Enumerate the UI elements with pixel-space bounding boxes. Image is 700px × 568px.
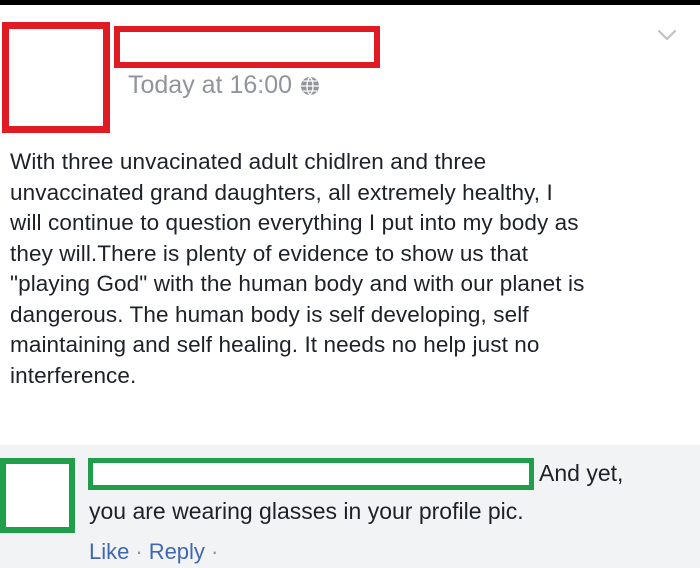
chevron-down-icon[interactable] (656, 27, 678, 43)
comment-text-start: And yet, (539, 460, 624, 486)
comment: And yet, you are wearing glasses in your… (0, 445, 700, 568)
post-body: With three unvacinated adult chidlren an… (10, 147, 690, 391)
post-line: dangerous. The human body is self develo… (10, 301, 529, 327)
redacted-author-name (114, 26, 380, 68)
post-line: maintaining and self healing. It needs n… (10, 332, 540, 357)
post-line: unvaccinated grand daughters, all extrem… (10, 179, 553, 205)
redacted-commenter-avatar (0, 458, 75, 533)
redacted-author-avatar (2, 22, 110, 133)
post-line: they will.There is plenty of evidence to… (10, 240, 529, 266)
like-link[interactable]: Like (89, 539, 129, 564)
post-line: interference. (10, 362, 137, 388)
post-meta: Today at 16:00 (128, 71, 320, 100)
globe-icon[interactable] (300, 76, 320, 96)
separator-dot: · (135, 539, 143, 564)
post-line: will continue to question everything I p… (10, 210, 579, 235)
separator-dot: · (210, 539, 219, 564)
post: Today at 16:00 With three unvacinated ad… (0, 5, 700, 445)
post-line: "playing God" with the human body and wi… (10, 271, 585, 296)
redacted-commenter-name (88, 458, 534, 490)
reply-link[interactable]: Reply (149, 539, 205, 564)
comment-text-rest: you are wearing glasses in your profile … (89, 498, 524, 524)
post-line: With three unvacinated adult chidlren an… (10, 149, 487, 174)
post-timestamp[interactable]: Today at 16:00 (128, 71, 292, 100)
comment-actions: Like · Reply · (89, 539, 224, 565)
